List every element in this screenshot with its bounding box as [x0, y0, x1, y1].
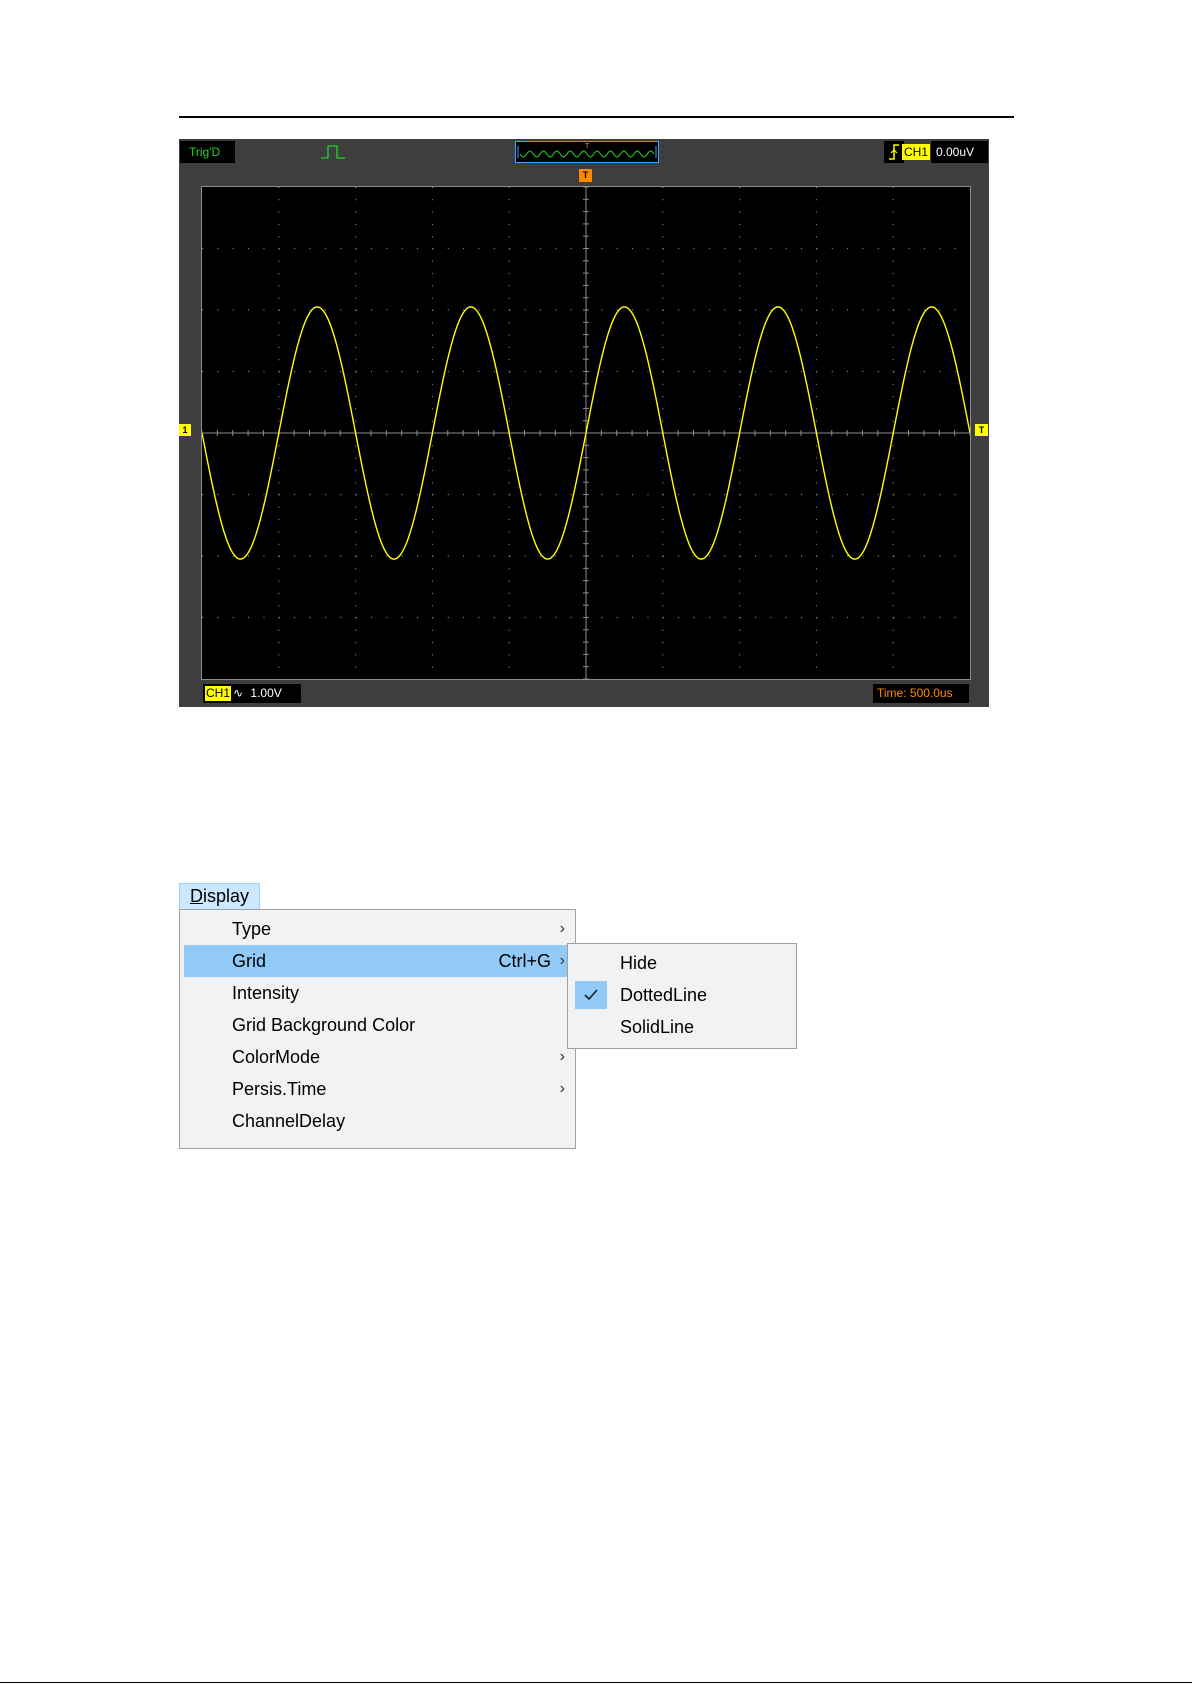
menu-item-label: Type	[232, 919, 272, 939]
trigger-position-marker[interactable]: T	[579, 169, 592, 182]
menu-item-grid-background-color[interactable]: Grid Background Color	[184, 1009, 571, 1041]
trigger-level-marker[interactable]: T	[975, 424, 988, 436]
chevron-right-icon: ›	[559, 952, 565, 969]
menu-item-shortcut: Ctrl+G	[498, 951, 551, 971]
menu-item-colormode[interactable]: ColorMode ›	[184, 1041, 571, 1073]
menu-item-label: ChannelDelay	[232, 1111, 346, 1131]
channel-info: CH1 ∿ 1.00V	[203, 684, 301, 703]
display-menu-title[interactable]: Display	[179, 883, 261, 910]
chevron-right-icon: ›	[559, 920, 565, 937]
submenu-item-label: SolidLine	[620, 1017, 695, 1037]
chevron-right-icon: ›	[559, 1080, 565, 1097]
menu-item-type[interactable]: Type ›	[184, 913, 571, 945]
chevron-right-icon: ›	[559, 1048, 565, 1065]
svg-text:T: T	[585, 143, 590, 150]
menu-item-intensity[interactable]: Intensity	[184, 977, 571, 1009]
trigger-status: Trig'D	[180, 141, 235, 163]
menu-item-label: Grid Background Color	[232, 1015, 416, 1035]
trigger-channel-badge: CH1	[902, 144, 931, 160]
submenu-item-solidline[interactable]: SolidLine	[572, 1011, 792, 1043]
trigger-level-readout: 0.00uV	[931, 141, 988, 163]
menu-item-label: ColorMode	[232, 1047, 321, 1067]
footer-rule	[0, 1682, 1192, 1683]
menu-item-label: Grid	[232, 951, 267, 971]
timebase-readout: Time: 500.0us	[873, 684, 969, 703]
oscilloscope-display: Trig'D T CH1 0.00uV T 1 T CH1 ∿ 1.00V Tim…	[179, 139, 989, 707]
menu-item-channeldelay[interactable]: ChannelDelay	[184, 1105, 571, 1137]
submenu-item-hide[interactable]: Hide	[572, 947, 792, 979]
waveform-preview-icon[interactable]: T	[515, 141, 659, 163]
menu-item-label: Intensity	[232, 983, 300, 1003]
checkmark-icon	[575, 981, 607, 1009]
waveform-grid	[201, 186, 971, 680]
coupling-icon: ∿	[233, 686, 244, 700]
submenu-item-dottedline[interactable]: DottedLine	[572, 979, 792, 1011]
menu-item-label: Persis.Time	[232, 1079, 327, 1099]
ch1-zero-marker[interactable]: 1	[179, 424, 191, 436]
channel-badge: CH1	[205, 686, 232, 701]
menu-mnemonic: D	[190, 886, 203, 906]
grid-submenu: Hide DottedLine SolidLine	[567, 943, 797, 1049]
pulse-icon	[315, 141, 355, 163]
volts-per-div: 1.00V	[250, 686, 282, 700]
submenu-item-label: Hide	[620, 953, 658, 973]
grid-canvas	[202, 187, 970, 679]
menu-title-rest: isplay	[203, 886, 250, 906]
header-rule	[179, 116, 1014, 118]
display-menu: Type › Grid Ctrl+G › Intensity Grid Back…	[179, 909, 576, 1149]
menu-item-grid[interactable]: Grid Ctrl+G ›	[184, 945, 571, 977]
submenu-item-label: DottedLine	[620, 985, 708, 1005]
menu-item-persis-time[interactable]: Persis.Time ›	[184, 1073, 571, 1105]
rising-edge-icon	[884, 141, 904, 163]
